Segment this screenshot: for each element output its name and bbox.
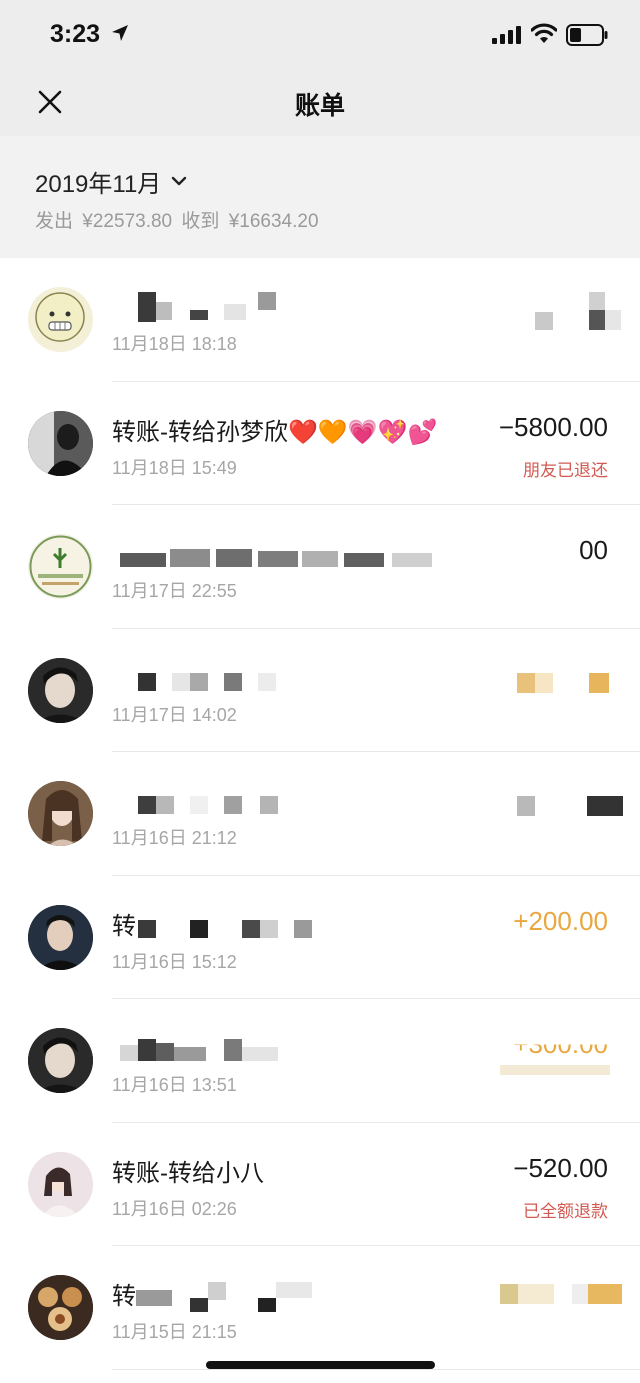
pixelated-redaction [517, 796, 623, 816]
location-arrow-icon [112, 25, 128, 41]
avatar [28, 287, 93, 352]
nav-bar: 账单 [0, 68, 640, 136]
status-bar: 3:23 [0, 0, 640, 68]
avatar [28, 1151, 93, 1217]
transaction-status: 朋友已退还 [523, 460, 608, 480]
month-label: 2019年11月 [35, 170, 162, 198]
transaction-title: 转账-转给小八 [112, 1159, 264, 1187]
transaction-time: 11月18日 15:49 [112, 457, 237, 478]
transaction-time: 11月16日 21:12 [112, 828, 237, 848]
transaction-time: 11月17日 14:02 [112, 704, 237, 725]
avatar [28, 410, 93, 476]
transaction-amount: +300.00 [513, 1029, 608, 1060]
totals-summary: 发出 ¥22573.80 收到 ¥16634.20 [35, 206, 319, 233]
avatar [28, 781, 93, 846]
photo-avatar-image [28, 904, 93, 970]
transaction-title: 转账-转给孙梦欣❤️🧡💗💖💕 [112, 418, 438, 446]
transaction-time: 11月16日 15:12 [112, 951, 237, 972]
pixelated-redaction [112, 796, 282, 814]
transaction-row[interactable]: 转 11月15日 21:15 [0, 1246, 640, 1370]
transaction-row[interactable]: +300.00 11月16日 13:51 [0, 999, 640, 1123]
transaction-row[interactable]: 00 11月17日 22:55 [0, 505, 640, 629]
avatar [28, 657, 93, 723]
pixelated-redaction [112, 1039, 282, 1061]
transaction-row[interactable]: 转账-转给小八 11月16日 02:26 −520.00 已全额退款 [0, 1123, 640, 1247]
transaction-amount: +200.00 [513, 905, 608, 936]
avatar [28, 1275, 93, 1340]
signal-icon [492, 26, 521, 44]
chevron-down-icon [172, 176, 187, 186]
pixelated-redaction [112, 292, 282, 322]
transaction-list: 11月18日 18:18 转账-转给孙梦欣❤️🧡💗💖💕 11月18日 15:49… [0, 258, 640, 1370]
transaction-amount: 00 [579, 535, 608, 565]
transaction-amount: −520.00 [513, 1152, 608, 1183]
transaction-row[interactable]: 转 +200.00 11月16日 15:12 [0, 876, 640, 1000]
transaction-row[interactable]: 11月16日 21:12 [0, 752, 640, 876]
received-label: 收到 [181, 211, 220, 232]
transaction-time: 11月18日 18:18 [112, 334, 237, 354]
avatar [28, 904, 93, 970]
transaction-status: 已全额退款 [523, 1201, 608, 1221]
badge-avatar-image [29, 535, 92, 598]
received-value: ¥16634.20 [228, 211, 319, 232]
spent-value: ¥22573.80 [82, 211, 173, 232]
avatar [28, 1028, 93, 1093]
photo-avatar-image [28, 1028, 93, 1093]
transaction-title: 转 [112, 1283, 136, 1310]
photo-avatar-image [28, 410, 93, 476]
transaction-row[interactable]: 转账-转给孙梦欣❤️🧡💗💖💕 11月18日 15:49 −5800.00 朋友已… [0, 382, 640, 506]
pixelated-redaction [136, 1282, 316, 1312]
transaction-title: 转 [112, 912, 136, 940]
transaction-time: 11月15日 21:15 [112, 1322, 237, 1342]
home-indicator[interactable] [206, 1361, 435, 1369]
transaction-time: 11月16日 13:51 [112, 1075, 237, 1095]
photo-avatar-image [28, 657, 93, 723]
transaction-row[interactable]: 11月17日 14:02 [0, 629, 640, 753]
transaction-amount: −5800.00 [498, 411, 608, 442]
food-avatar-image [28, 1275, 93, 1340]
page-title: 账单 [294, 92, 345, 120]
transaction-row[interactable]: 11月18日 18:18 [0, 258, 640, 382]
month-selector[interactable]: 2019年11月 [35, 164, 187, 198]
pixelated-redaction [500, 1065, 610, 1075]
transaction-time: 11月17日 22:55 [112, 581, 237, 601]
pixelated-redaction [112, 545, 437, 567]
wifi-icon [531, 23, 557, 43]
pixelated-redaction [138, 916, 338, 938]
emoji-avatar-image [35, 292, 85, 342]
pixelated-redaction [112, 672, 282, 691]
photo-avatar-image [28, 1151, 93, 1217]
status-time: 3:23 [50, 20, 101, 48]
avatar [28, 534, 93, 599]
pixelated-redaction [535, 292, 625, 330]
pixelated-redaction [500, 1284, 622, 1304]
monthly-summary: 2019年11月 发出 ¥22573.80 收到 ¥16634.20 [0, 136, 640, 258]
spent-label: 发出 [35, 211, 74, 232]
battery-icon [566, 24, 608, 46]
pixelated-redaction [517, 672, 611, 693]
photo-avatar-image [28, 781, 93, 846]
transaction-time: 11月16日 02:26 [112, 1198, 237, 1219]
